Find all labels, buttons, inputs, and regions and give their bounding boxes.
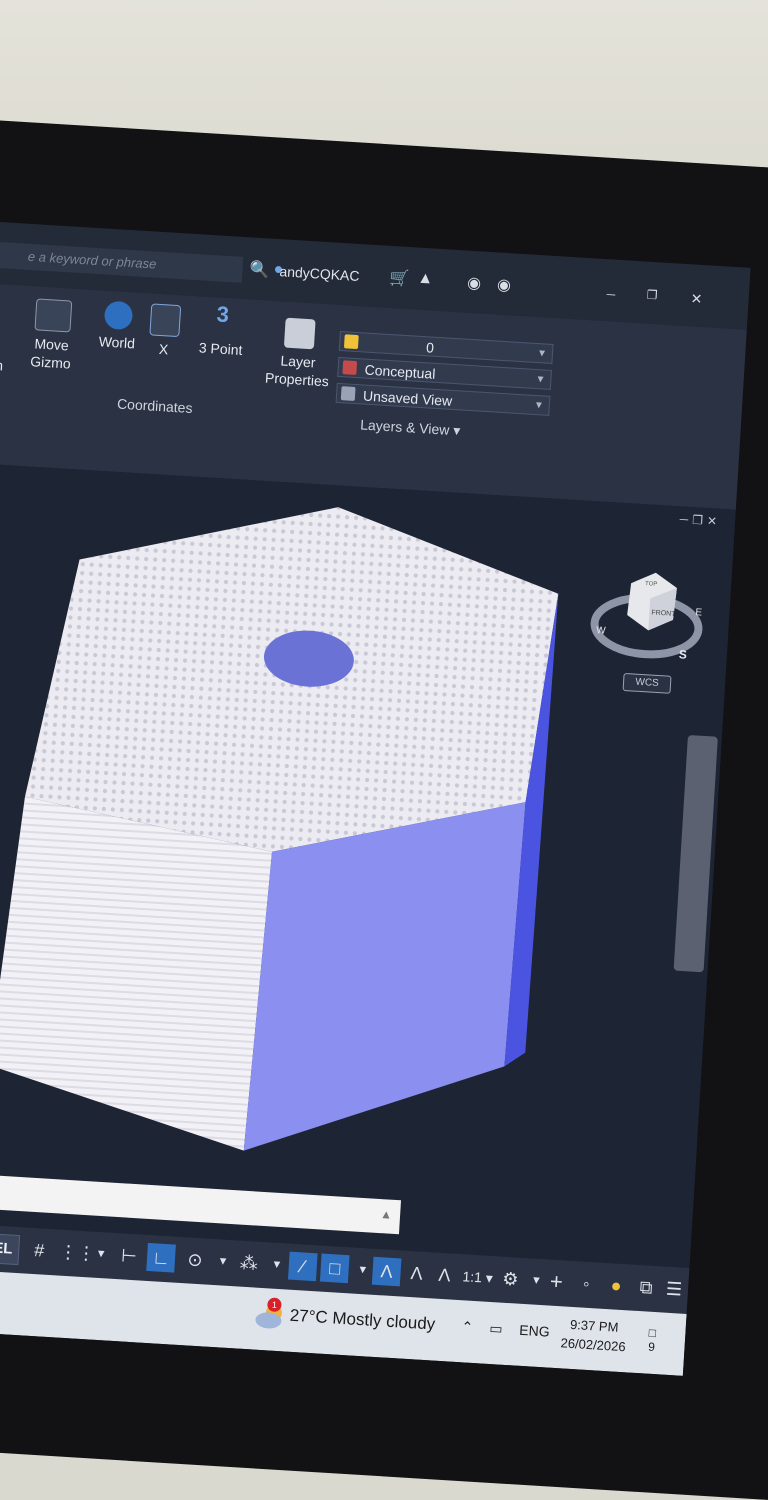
autodesk-icon[interactable]: ▲ [417,270,434,289]
viewport-controls[interactable]: ─❐✕ [679,512,721,528]
snap-icon[interactable]: ⋮⋮ [58,1238,96,1268]
3d-solid[interactable] [0,464,584,1199]
isolate-objects-icon[interactable]: ◦ [571,1269,601,1299]
ucs-world-button[interactable]: World [90,300,145,353]
visual-style-icon [342,360,358,376]
compass-w: W [596,625,607,637]
chevron-up-icon[interactable]: ▲ [380,1207,393,1222]
dynamic-input-icon[interactable]: ⊢ [114,1241,144,1271]
isodraft-icon[interactable]: ⁂ [234,1248,264,1278]
customization-menu-icon[interactable]: ☰ [659,1274,689,1304]
ortho-icon[interactable]: ∟ [146,1242,176,1273]
layer-properties-button[interactable]: Layer Properties [262,316,334,390]
chevron-down-icon: ▼ [535,373,546,386]
chevron-up-icon[interactable]: ⌃ [461,1318,474,1336]
ribbon-partial-button[interactable]: ron [0,303,9,374]
coordinates-panel-label[interactable]: Coordinates [117,396,193,417]
user-name[interactable]: andyCQKAC [279,263,360,284]
language-indicator[interactable]: ENG [519,1322,550,1340]
hardware-acceleration-icon[interactable]: ● [601,1271,631,1301]
help-icon[interactable]: ◉ [467,273,482,294]
object-snap-icon[interactable]: □ [319,1253,350,1284]
viewcube[interactable]: TOP FRONT E W S [584,551,711,678]
viewcube-top[interactable]: TOP [645,581,658,588]
chevron-down-icon: ▼ [536,348,548,360]
plus-icon[interactable]: + [542,1267,572,1297]
object-snap-tracking-icon[interactable]: ∕ [287,1251,318,1282]
annotation-scale[interactable]: 1:1 ▾ [462,1268,493,1287]
ucs-3point-button[interactable]: 3 3 Point [190,301,253,360]
annotation-scale-icon[interactable]: Λ [430,1260,460,1290]
restore-icon[interactable]: ❐ [646,288,658,303]
compass-e: E [695,607,703,618]
chevron-down-icon[interactable]: ▼ [86,1239,116,1269]
globe-icon [103,300,134,331]
minimize-icon[interactable]: ─ [606,287,615,301]
fullscreen-icon[interactable]: ⧉ [631,1273,661,1303]
search-input[interactable]: e a keyword or phrase [0,241,244,283]
wcs-menu[interactable]: WCS [622,672,672,694]
three-point-icon: 3 [215,301,230,328]
grid-icon[interactable]: # [24,1235,54,1265]
polar-icon[interactable]: ⊙ [180,1245,210,1275]
annotation-visibility-icon[interactable]: Λ [371,1256,402,1287]
viewcube-front[interactable]: FRONT [651,609,676,618]
layers-view-panel-label[interactable]: Layers & View ▾ [360,416,461,439]
weather-widget[interactable]: 27°C Mostly cloudy [289,1306,436,1335]
view-icon [340,386,356,401]
drawing-viewport[interactable]: ─❐✕ TOP FRONT E W S WCS ▲ [0,463,736,1269]
model-tab[interactable]: MODEL [0,1230,21,1266]
compass-s: S [678,647,687,661]
autocad-screen: e a keyword or phrase 🔍 ● andyCQKAC 🛒 ▲ … [0,222,751,1376]
clock[interactable]: 9:37 PM 26/02/2026 [560,1314,627,1356]
close-icon[interactable]: ✕ [690,290,703,308]
gizmo-icon [34,298,73,333]
search-icon[interactable]: 🔍 [249,259,270,280]
battery-icon[interactable]: ▭ [489,1320,503,1338]
account-icon[interactable]: ◉ [497,274,512,295]
move-gizmo-button[interactable]: Move Gizmo [19,298,85,374]
notifications-icon[interactable]: □ 9 [641,1325,664,1354]
rotate-x-icon [149,303,182,338]
auto-scale-icon[interactable]: Λ [402,1259,432,1289]
ucs-x-button[interactable]: X [144,303,185,359]
chevron-down-icon: ▾ [452,422,461,439]
layers-icon [283,317,316,350]
cart-icon[interactable]: 🛒 [389,268,410,289]
solid-left-face [0,796,273,1151]
chevron-down-icon: ▼ [533,399,545,412]
layer-state-icons [343,334,359,350]
